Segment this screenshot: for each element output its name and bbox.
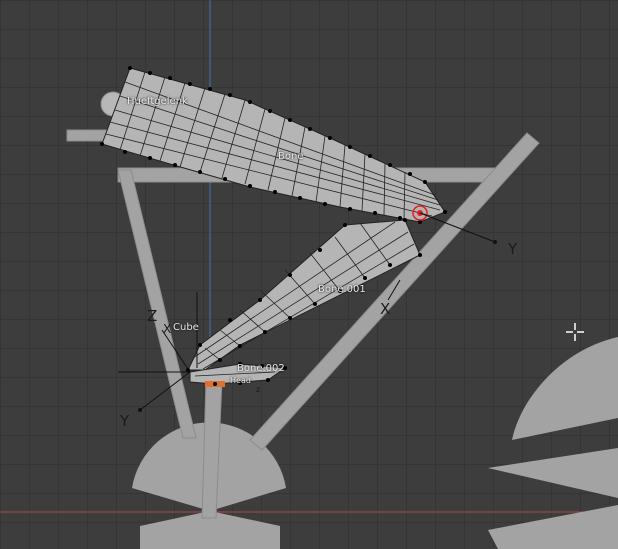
label-cube: Cube: [173, 322, 199, 333]
axis-label-y-left: Y: [120, 412, 130, 430]
label-bone-002: Bone.002: [237, 363, 285, 374]
label-hueftgelenk: Hueftgelenk: [127, 96, 188, 107]
3d-viewport[interactable]: Hueftgelenk Bone Bone.001 Bone.002 Cube …: [0, 0, 618, 549]
axis-label-y-right: Y: [508, 240, 518, 258]
bone-mesh-upper[interactable]: [101, 67, 446, 223]
label-bone-001: Bone.001: [318, 284, 366, 295]
axis-end-dot: [138, 408, 142, 412]
axis-label-x-left: X: [163, 322, 172, 336]
axis-label-small-z: z: [256, 385, 261, 394]
axis-label-z-left: Z: [147, 307, 158, 325]
crosshair-icon: [565, 322, 585, 342]
scene-canvas[interactable]: [0, 0, 618, 549]
axis-end-dot: [493, 240, 497, 244]
label-head: Head: [230, 376, 251, 385]
label-bone: Bone: [278, 151, 304, 162]
large-wheel-shape: [488, 337, 618, 549]
axis-label-x-right: X: [380, 300, 391, 318]
